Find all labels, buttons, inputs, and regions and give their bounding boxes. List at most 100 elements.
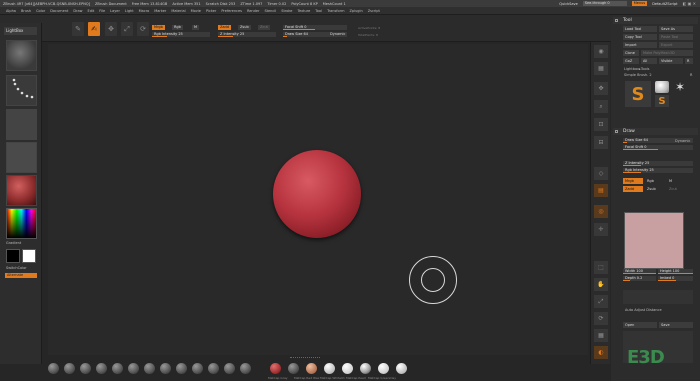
scale-button[interactable]: ⤢	[121, 22, 133, 36]
simplebrush-tool-icon[interactable]: S	[625, 81, 651, 107]
material-ball[interactable]	[144, 363, 155, 374]
tool-r-label[interactable]: R	[690, 73, 692, 77]
zcut-button[interactable]: Zcut	[258, 25, 270, 30]
material-ball[interactable]	[240, 363, 251, 374]
secondary-color-swatch[interactable]	[22, 249, 36, 263]
material-thumbnail[interactable]	[6, 175, 37, 206]
menu-preferences[interactable]: Preferences	[221, 9, 242, 13]
see-through-slider[interactable]: See-through 0	[582, 1, 627, 6]
lightbox-button[interactable]: LightBox	[4, 27, 37, 35]
material-ball-skin[interactable]	[306, 363, 317, 374]
clone-button[interactable]: Clone	[623, 50, 639, 56]
load-tool-button[interactable]: Load Tool	[623, 26, 657, 32]
sphere-tool-icon[interactable]	[655, 81, 669, 93]
menu-macro[interactable]: Macro	[139, 9, 150, 13]
width-slider[interactable]: Width 100	[623, 269, 656, 274]
material-ball[interactable]	[176, 363, 187, 374]
star-tool-icon[interactable]: ✶	[673, 80, 687, 94]
bpr-button[interactable]: ◉	[594, 45, 608, 58]
material-ball-pearl[interactable]	[342, 363, 353, 374]
material-ball-gray[interactable]	[288, 363, 299, 374]
draw-palette-header[interactable]: Draw	[613, 128, 698, 135]
palette-dock-icon[interactable]	[615, 130, 618, 133]
material-ball[interactable]	[48, 363, 59, 374]
material-ball-chrome[interactable]	[360, 363, 371, 374]
quicksave-button[interactable]: QuickSave	[559, 2, 578, 6]
zadd-button[interactable]: Zadd	[218, 25, 231, 30]
material-ball[interactable]	[208, 363, 219, 374]
default-zscript-button[interactable]: DefaultZScript	[652, 2, 677, 6]
scale-view-button[interactable]: ⤢	[594, 295, 608, 308]
all-button[interactable]: All	[641, 58, 657, 64]
material-ball-white[interactable]	[324, 363, 335, 374]
menu-alpha[interactable]: Alpha	[6, 9, 16, 13]
lightbox-tools-label[interactable]: Lightbox▸Tools	[624, 67, 649, 71]
material-ball[interactable]	[160, 363, 171, 374]
zoom-button[interactable]: ⌕	[594, 100, 608, 113]
local-button[interactable]: ◎	[594, 205, 608, 218]
imbed-slider[interactable]: Imbed 0	[658, 276, 693, 281]
material-ball[interactable]	[96, 363, 107, 374]
menu-draw[interactable]: Draw	[73, 9, 82, 13]
rgb-button[interactable]: Rgb	[172, 25, 183, 30]
alternate-button[interactable]: Alternate	[5, 273, 37, 278]
gradient-label[interactable]: Gradient	[6, 241, 21, 245]
save-as-button[interactable]: Save As	[659, 26, 693, 32]
menus-toggle[interactable]: Menus	[631, 1, 648, 6]
zsub-panel-button[interactable]: Zsub	[645, 186, 665, 192]
actual-button[interactable]: ⊡	[594, 118, 608, 131]
mrgb-button[interactable]: Mrgb	[152, 25, 165, 30]
menu-picker[interactable]: Picker	[206, 9, 216, 13]
open-button[interactable]: Open	[623, 322, 657, 328]
rotate-button[interactable]: ⟳	[137, 22, 149, 36]
dynamic-panel-toggle[interactable]: Dynamic	[675, 139, 690, 143]
material-ball[interactable]	[378, 363, 389, 374]
copy-tool-button[interactable]: Copy Tool	[623, 34, 657, 40]
save-button[interactable]: Save	[659, 322, 693, 328]
export-button[interactable]: Export	[659, 42, 693, 48]
sphere-3d-model[interactable]	[273, 150, 361, 238]
polyf-button[interactable]: ▦	[594, 329, 608, 342]
menu-edit[interactable]: Edit	[88, 9, 95, 13]
mrgb-panel-button[interactable]: Mrgb	[623, 178, 643, 184]
menu-movie[interactable]: Movie	[191, 9, 201, 13]
focal-shift-panel-slider[interactable]: Focal Shift 0	[623, 145, 693, 150]
m-button[interactable]: M	[192, 25, 200, 30]
scroll-button[interactable]: ✥	[594, 82, 608, 95]
switch-color-label[interactable]: SwitchColor	[6, 266, 27, 270]
main-color-swatch[interactable]	[6, 249, 20, 263]
menu-color[interactable]: Color	[36, 9, 45, 13]
shelf-grip[interactable]	[290, 357, 320, 360]
tool-palette-header[interactable]: Tool	[613, 17, 698, 24]
material-ball[interactable]	[192, 363, 203, 374]
alpha-thumbnail[interactable]	[6, 109, 37, 140]
palette-dock-icon[interactable]	[615, 19, 618, 22]
focal-shift-slider[interactable]: Focal Shift 0	[283, 25, 347, 30]
menu-stroke[interactable]: Stroke	[281, 9, 292, 13]
menu-document[interactable]: Document	[50, 9, 68, 13]
texture-thumbnail[interactable]	[6, 142, 37, 173]
menu-zscript[interactable]: Zscript	[368, 9, 380, 13]
move-view-button[interactable]: ✋	[594, 278, 608, 291]
window-controls-icon[interactable]: ◧ ▣ ✕	[683, 1, 696, 6]
frame-button[interactable]: ⬚	[594, 261, 608, 274]
z-intensity-panel-slider[interactable]: Z Intensity 25	[623, 161, 693, 166]
goz-button[interactable]: GoZ	[623, 58, 639, 64]
material-ball[interactable]	[396, 363, 407, 374]
move-button[interactable]: ✥	[105, 22, 117, 36]
material-ball[interactable]	[64, 363, 75, 374]
visible-button[interactable]: Visible	[659, 58, 683, 64]
menu-transform[interactable]: Transform	[327, 9, 344, 13]
draw-button[interactable]: ✍	[88, 22, 100, 36]
brush-thumbnail[interactable]	[6, 40, 37, 71]
persp-button[interactable]: ◇	[594, 167, 608, 180]
material-ball-red-wax[interactable]	[270, 363, 281, 374]
transp-button[interactable]: ◐	[594, 346, 608, 359]
menu-tool[interactable]: Tool	[315, 9, 322, 13]
zsub-button[interactable]: Zsub	[238, 25, 251, 30]
rotate-view-button[interactable]: ⟳	[594, 312, 608, 325]
menu-layer[interactable]: Layer	[110, 9, 120, 13]
menu-file[interactable]: File	[99, 9, 105, 13]
aahalf-button[interactable]: ⊟	[594, 136, 608, 149]
xyz-button[interactable]: ✛	[594, 223, 608, 236]
